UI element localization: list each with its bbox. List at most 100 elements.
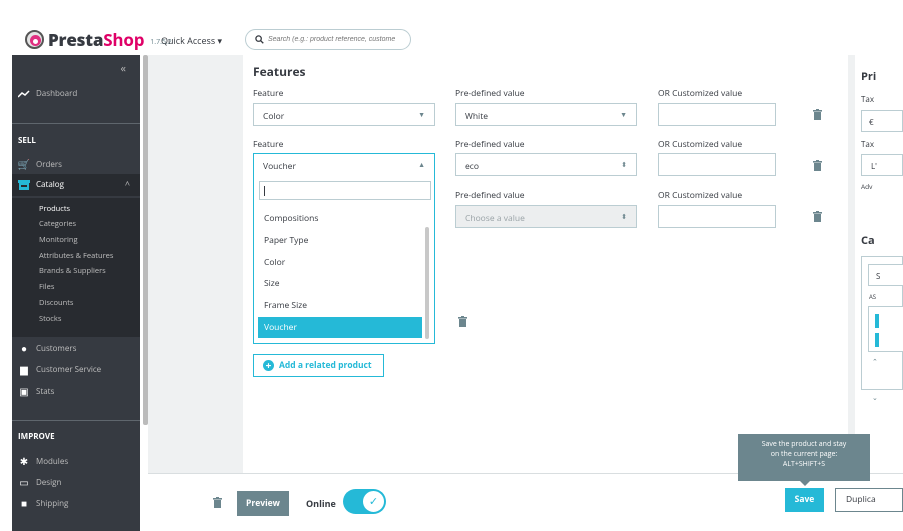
search-box[interactable]: [245, 29, 411, 50]
caret-updown-icon: ⬍: [621, 213, 627, 222]
save-button[interactable]: Save: [785, 488, 824, 512]
sidebar-item-customers[interactable]: ● Customers: [18, 341, 76, 355]
feature-select-open[interactable]: Voucher ▲: [253, 153, 435, 176]
predefined-value-select[interactable]: White ▼: [455, 103, 637, 126]
submenu-stocks[interactable]: Stocks: [39, 314, 61, 324]
sidebar-item-orders[interactable]: 🛒 Orders: [18, 157, 62, 171]
associated-label: AS: [869, 293, 877, 301]
delete-feature-icon[interactable]: [813, 211, 822, 222]
categories-heading: Ca: [861, 233, 875, 248]
submenu-attributes-features[interactable]: Attributes & Features: [39, 251, 113, 261]
prestashop-logo[interactable]: PrestaShop 1.7.5.2: [25, 28, 172, 51]
price-input[interactable]: €: [861, 110, 903, 132]
sidebar-item-label: Orders: [36, 158, 62, 170]
category-checkbox[interactable]: [875, 314, 879, 328]
submenu-categories[interactable]: Categories: [39, 219, 76, 229]
option-compositions[interactable]: Compositions: [258, 208, 422, 229]
sidebar-item-label: Customer Service: [36, 363, 102, 375]
truck-icon: ■: [20, 496, 28, 510]
text-cursor: [264, 186, 265, 196]
sidebar-item-customer-service[interactable]: ▆ Customer Service: [18, 362, 101, 376]
option-size[interactable]: Size: [258, 273, 422, 294]
sidebar-item-modules[interactable]: ✱ Modules: [18, 454, 68, 468]
sidebar-item-label: Design: [36, 476, 62, 488]
plus-circle-icon: +: [263, 360, 274, 371]
delete-feature-icon[interactable]: [813, 160, 822, 171]
sidebar-item-stats[interactable]: ▣ Stats: [18, 384, 54, 398]
feature-dropdown-list: Compositions Paper Type Color Size Frame…: [253, 175, 435, 344]
collapse-up-icon[interactable]: ⌃: [872, 358, 878, 367]
column-divider: [848, 55, 855, 473]
submenu-discounts[interactable]: Discounts: [39, 298, 73, 308]
puzzle-icon: ✱: [19, 454, 29, 468]
predefined-value-label: Pre-defined value: [455, 139, 525, 150]
sidebar-divider: [12, 420, 140, 421]
predefined-value-select[interactable]: eco ⬍: [455, 153, 637, 176]
dropdown-scrollbar[interactable]: [425, 227, 429, 339]
feature-label: Feature: [253, 139, 284, 150]
collapse-sidebar-icon[interactable]: «: [121, 61, 126, 76]
category-checkbox[interactable]: [875, 333, 879, 347]
feature-label: Feature: [253, 88, 284, 99]
feature-select-value: Color: [263, 111, 285, 122]
customized-value-input[interactable]: [658, 103, 776, 126]
dropdown-search-input[interactable]: [259, 181, 431, 200]
tooltip-line: on the current page:: [770, 450, 838, 459]
tooltip-line: ALT+SHIFT+S: [782, 460, 826, 469]
sidebar-item-label: Dashboard: [36, 88, 78, 99]
sidebar-divider: [12, 123, 140, 124]
add-related-product-button[interactable]: + Add a related product: [253, 354, 384, 377]
customized-value-label: OR Customized value: [658, 190, 743, 201]
category-tree: [868, 306, 903, 352]
delete-feature-icon[interactable]: [813, 109, 822, 120]
option-color[interactable]: Color: [258, 252, 422, 273]
sidebar-item-label: Shipping: [36, 497, 69, 509]
tax-rule-label: Tax: [861, 139, 875, 150]
section-sell: SELL: [18, 135, 36, 146]
submenu-monitoring[interactable]: Monitoring: [39, 235, 78, 245]
search-icon: [255, 35, 264, 44]
sidebar-item-design[interactable]: ▭ Design: [18, 475, 61, 489]
chevron-up-icon: ^: [124, 178, 130, 191]
user-icon: ●: [20, 341, 28, 355]
submenu-brands-suppliers[interactable]: Brands & Suppliers: [39, 266, 106, 276]
quick-access-dropdown[interactable]: Quick Access ▾: [161, 34, 222, 47]
category-search-input[interactable]: S: [868, 264, 903, 286]
option-paper-type[interactable]: Paper Type: [258, 230, 422, 251]
monitor-icon: ▭: [19, 475, 29, 489]
online-toggle[interactable]: ✓: [343, 489, 386, 514]
advanced-link[interactable]: Adv: [861, 182, 872, 191]
sidebar-item-catalog[interactable]: Catalog ^: [12, 174, 140, 196]
duplicate-button[interactable]: Duplica: [835, 488, 903, 512]
customized-value-input[interactable]: [658, 153, 776, 176]
features-heading: Features: [253, 63, 306, 80]
currency-symbol: €: [869, 117, 874, 128]
submenu-products[interactable]: Products: [39, 204, 70, 214]
pricing-heading: Pri: [861, 69, 877, 84]
tax-label: Tax: [861, 94, 875, 105]
submenu-files[interactable]: Files: [39, 282, 54, 292]
preview-button[interactable]: Preview: [237, 491, 289, 516]
caret-down-icon: ▼: [418, 111, 425, 120]
chevron-down-icon[interactable]: ⌄: [872, 394, 878, 403]
delete-product-icon[interactable]: [213, 497, 222, 511]
customized-value-input[interactable]: [658, 205, 776, 228]
top-bar: PrestaShop 1.7.5.2 Quick Access ▾: [0, 0, 903, 54]
caret-down-icon: ▼: [620, 111, 627, 120]
sidebar-item-label: Customers: [36, 342, 77, 354]
sidebar-item-dashboard[interactable]: Dashboard: [18, 88, 77, 99]
customized-value-label: OR Customized value: [658, 139, 743, 150]
feature-select[interactable]: Color ▼: [253, 103, 435, 126]
add-related-product-label: Add a related product: [279, 360, 372, 371]
puffin-logo-icon: [25, 30, 44, 49]
predefined-value-label: Pre-defined value: [455, 88, 525, 99]
tax-rule-select[interactable]: L': [861, 154, 903, 176]
option-voucher[interactable]: Voucher: [258, 317, 422, 338]
caret-up-icon: ▲: [418, 161, 425, 170]
sidebar-item-shipping[interactable]: ■ Shipping: [18, 496, 68, 510]
delete-feature-icon[interactable]: [458, 316, 467, 327]
predefined-value: eco: [465, 161, 479, 172]
save-tooltip: Save the product and stay on the current…: [738, 434, 870, 486]
search-input[interactable]: [268, 36, 408, 43]
option-frame-size[interactable]: Frame Size: [258, 295, 422, 316]
